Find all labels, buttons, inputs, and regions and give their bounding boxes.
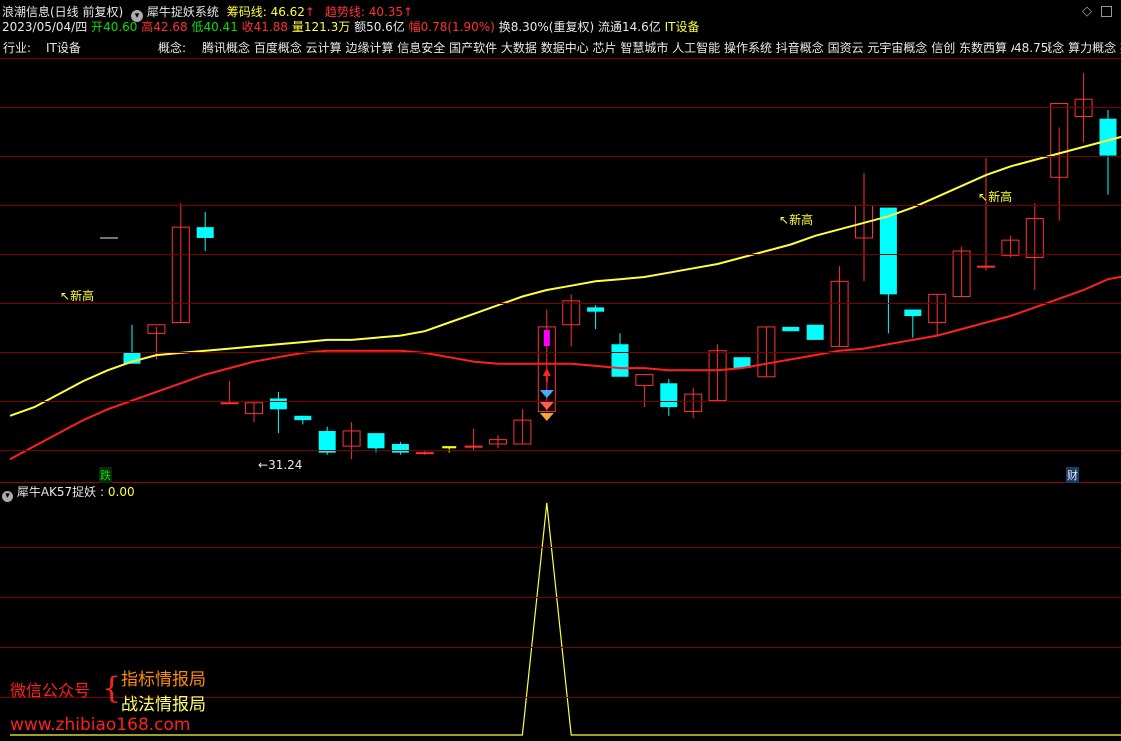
grid-line	[0, 107, 1121, 108]
signal-bar	[543, 330, 550, 346]
grid-line	[0, 450, 1121, 451]
turnover: 换8.30%(重复权)	[498, 20, 595, 34]
panel-separator	[0, 482, 1121, 483]
up-arrow-icon: ↑	[304, 5, 315, 19]
concept-label: 概念:	[158, 41, 187, 55]
chip-line	[9, 135, 1121, 417]
volume-label: 量	[291, 20, 304, 34]
industry-value[interactable]: IT设备	[46, 41, 81, 55]
price-chart[interactable]	[0, 0, 1121, 741]
new-high-annotation: ↖新高	[779, 213, 814, 227]
grid-line	[0, 647, 1121, 648]
low-annotation: ←31.24	[258, 458, 303, 472]
brace-icon: {	[102, 671, 122, 706]
grid-line	[0, 547, 1121, 548]
grid-line	[0, 156, 1121, 157]
candle-body	[635, 374, 654, 386]
indicator-name[interactable]: 犀牛捉妖系统	[147, 5, 219, 19]
watermark-line2: 战法情报局	[121, 695, 206, 715]
candle-body	[782, 326, 800, 332]
candle-body	[1099, 118, 1117, 156]
grid-line	[0, 205, 1121, 206]
event-marker-die[interactable]: 跌	[99, 467, 112, 483]
sector[interactable]: IT设备	[665, 20, 700, 34]
chevron-down-icon[interactable]: ▾	[2, 491, 13, 502]
grid-line	[0, 401, 1121, 402]
industry-label: 行业:	[3, 41, 32, 55]
maximize-icon[interactable]	[1101, 6, 1112, 17]
candle-body	[904, 309, 922, 317]
low-value: 40.41	[203, 20, 238, 34]
candle-body	[294, 415, 312, 421]
watermark-url[interactable]: www.zhibiao168.com	[10, 715, 190, 735]
candle-body	[879, 207, 897, 295]
grid-line	[0, 254, 1121, 255]
trend-label: 趋势线:	[324, 5, 365, 19]
quote-bar: 2023/05/04/四 开40.60 高42.68 低40.41 收41.88…	[2, 20, 699, 34]
low-label: 低	[191, 20, 204, 34]
sub-panel-header: ▾ 犀牛AK57捉妖 : 0.00	[2, 485, 135, 502]
diamond-icon	[539, 413, 554, 421]
change-value: 0.78(1.90%)	[420, 20, 495, 34]
new-high-annotation: ↖新高	[60, 289, 95, 303]
grid-line	[0, 303, 1121, 304]
wechat-label: 微信公众号	[10, 681, 91, 700]
diamond-icon	[539, 390, 554, 398]
volume-value: 121.3万	[303, 20, 351, 34]
close-value: 41.88	[253, 20, 289, 34]
candle-body	[977, 265, 995, 268]
candle-body	[367, 433, 385, 449]
open-value: 40.60	[103, 20, 138, 34]
open-label: 开	[91, 20, 104, 34]
peak-annotation: 48.75	[1014, 41, 1049, 55]
diamond-icon	[539, 402, 554, 410]
grid-line	[0, 58, 1121, 59]
float-shares: 流通14.6亿	[598, 20, 661, 34]
candle-body	[587, 307, 605, 312]
candle-body	[464, 445, 483, 448]
close-label: 收	[241, 20, 254, 34]
event-marker-cai[interactable]: 财	[1066, 467, 1079, 483]
new-high-annotation: ↖新高	[978, 190, 1013, 204]
quote-date: 2023/05/04/四	[2, 20, 88, 34]
amount-label: 额	[354, 20, 367, 34]
grid-line	[0, 597, 1121, 598]
candle-body	[220, 402, 239, 405]
up-arrow-icon: ↑	[403, 5, 414, 19]
trend-line	[9, 275, 1121, 461]
concept-list[interactable]: 腾讯概念 百度概念 云计算 边缘计算 信息安全 国产软件 大数据 数据中心 芯片…	[202, 41, 1121, 55]
sub-panel-value: : 0.00	[100, 485, 135, 499]
change-label: 幅	[408, 20, 421, 34]
grid-line	[0, 352, 1121, 353]
watermark-line1: 指标情报局	[121, 670, 206, 690]
diamond-icon[interactable]: ◇	[1082, 4, 1092, 19]
candle-body	[660, 383, 678, 408]
stock-name[interactable]: 浪潮信息(日线 前复权)	[2, 5, 123, 19]
high-label: 高	[141, 20, 154, 34]
candle-body	[391, 443, 409, 453]
chip-value: 46.62	[270, 5, 305, 19]
candle-body	[611, 344, 629, 377]
high-value: 42.68	[153, 20, 188, 34]
candle-body	[415, 452, 434, 455]
candle-body	[196, 227, 214, 238]
candle-body	[442, 446, 457, 449]
candle-body	[806, 324, 824, 340]
sub-panel-title[interactable]: 犀牛AK57捉妖	[17, 485, 96, 499]
chip-label: 筹码线:	[226, 5, 267, 19]
trend-value: 40.35	[368, 5, 404, 19]
amount-value: 50.6亿	[366, 20, 405, 34]
